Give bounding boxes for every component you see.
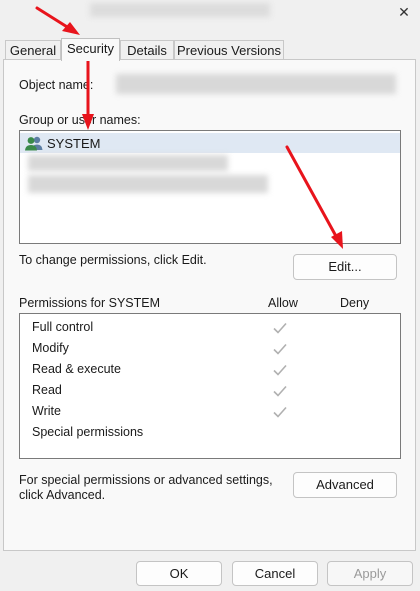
advanced-button[interactable]: Advanced: [293, 472, 397, 498]
permission-row: Read: [20, 381, 400, 402]
advanced-hint-line1: For special permissions or advanced sett…: [19, 473, 273, 487]
permission-name: Read: [32, 383, 62, 397]
list-item-system[interactable]: SYSTEM: [20, 133, 400, 153]
list-item-redacted: [28, 175, 268, 193]
edit-button[interactable]: Edit...: [293, 254, 397, 280]
users-group-icon: [24, 135, 44, 151]
permission-row: Read & execute: [20, 360, 400, 381]
check-icon: [273, 406, 287, 418]
permission-name: Special permissions: [32, 425, 144, 439]
permission-name: Write: [32, 404, 61, 418]
check-icon: [273, 343, 287, 355]
object-name-value-redacted: [116, 74, 396, 94]
close-icon[interactable]: ✕: [396, 4, 412, 20]
tab-strip: General Security Details Previous Versio…: [0, 38, 420, 61]
advanced-hint-line2: click Advanced.: [19, 488, 106, 502]
permission-row: Modify: [20, 339, 400, 360]
ok-button[interactable]: OK: [136, 561, 222, 586]
tab-previous-versions[interactable]: Previous Versions: [174, 40, 284, 60]
tab-details[interactable]: Details: [120, 40, 174, 60]
arrow-head: [62, 22, 80, 35]
permission-name: Modify: [32, 341, 69, 355]
user-name: SYSTEM: [47, 135, 101, 151]
tab-security[interactable]: Security: [61, 38, 120, 61]
check-icon: [273, 385, 287, 397]
groups-label: Group or user names:: [19, 113, 141, 127]
permissions-list[interactable]: Full control Modify Read & execute Read …: [19, 313, 401, 459]
permissions-header: Permissions for SYSTEM: [19, 296, 161, 310]
deny-column-header: Deny: [340, 296, 370, 310]
change-permissions-hint: To change permissions, click Edit.: [19, 253, 207, 267]
arrow-to-security-tab: [35, 6, 74, 32]
check-icon: [273, 322, 287, 334]
permission-name: Read & execute: [32, 362, 121, 376]
permission-row: Special permissions: [20, 423, 400, 444]
group-user-list[interactable]: SYSTEM: [19, 130, 401, 244]
tab-general[interactable]: General: [5, 40, 61, 60]
permission-row: Write: [20, 402, 400, 423]
cancel-button[interactable]: Cancel: [232, 561, 318, 586]
check-icon: [273, 364, 287, 376]
allow-column-header: Allow: [268, 296, 298, 310]
security-panel: Object name: Group or user names: SYSTEM…: [3, 59, 416, 551]
permission-row: Full control: [20, 318, 400, 339]
apply-button[interactable]: Apply: [327, 561, 413, 586]
permission-name: Full control: [32, 320, 94, 334]
object-name-label: Object name:: [19, 78, 94, 92]
window-title-redacted: [90, 3, 270, 17]
list-item-redacted: [28, 155, 228, 171]
